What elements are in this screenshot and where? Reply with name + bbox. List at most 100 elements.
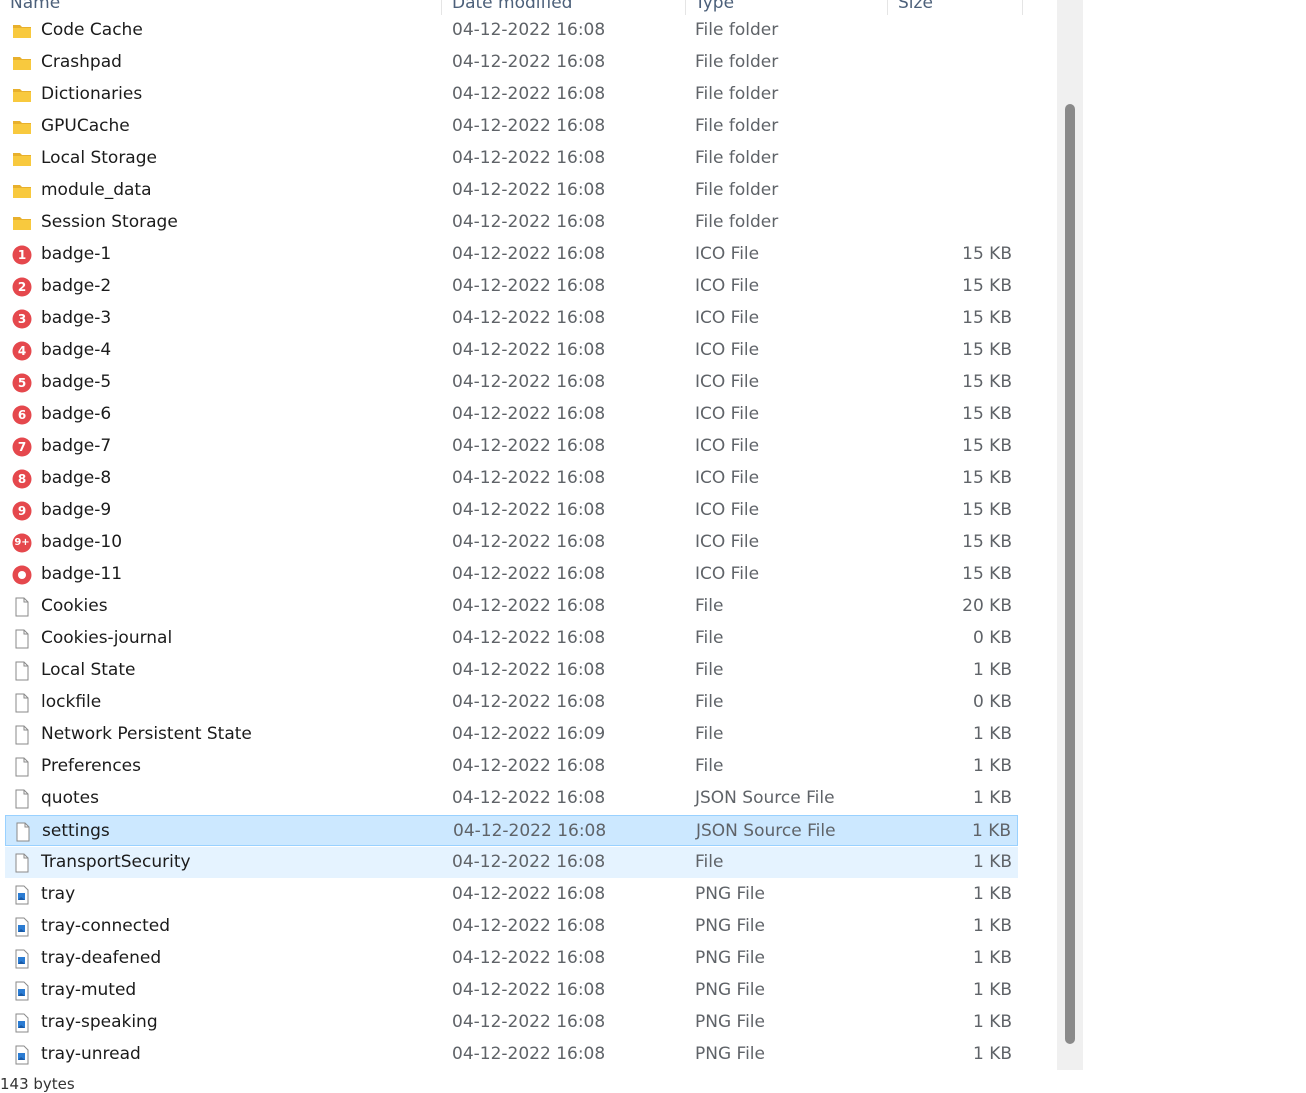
file-size: 15 KB [962,468,1012,488]
badge-icon: 9+ [12,533,32,553]
file-type: ICO File [695,340,760,360]
date-modified: 04-12-2022 16:08 [452,660,606,680]
file-row[interactable]: tray-unread 04-12-2022 16:08 PNG File 1 KB [5,1039,1018,1070]
file-row[interactable]: Cookies-journal 04-12-2022 16:08 File 0 KB [5,623,1018,654]
date-modified: 04-12-2022 16:09 [452,724,606,744]
image-file-icon [12,981,32,1001]
file-row[interactable]: Network Persistent State 04-12-2022 16:09… [5,719,1018,750]
file-row[interactable]: 1 badge-1 04-12-2022 16:08 ICO File 15 KB [5,239,1018,270]
file-name: Preferences [41,756,141,776]
file-icon [12,757,32,777]
file-icon [12,597,32,617]
file-type: File folder [695,52,779,72]
file-size: 15 KB [962,308,1012,328]
file-name: Crashpad [41,52,122,72]
badge-icon: 1 [12,245,32,265]
file-row[interactable]: 3 badge-3 04-12-2022 16:08 ICO File 15 KB [5,303,1018,334]
file-type: ICO File [695,532,760,552]
file-row[interactable]: 6 badge-6 04-12-2022 16:08 ICO File 15 KB [5,399,1018,430]
file-name: Network Persistent State [41,724,252,744]
file-name: badge-1 [41,244,112,264]
date-modified: 04-12-2022 16:08 [452,436,606,456]
file-row[interactable]: 9+ badge-10 04-12-2022 16:08 ICO File 15 KB [5,527,1018,558]
file-row[interactable]: badge-11 04-12-2022 16:08 ICO File 15 KB [5,559,1018,590]
date-modified: 04-12-2022 16:08 [452,148,606,168]
file-row[interactable]: settings 04-12-2022 16:08 JSON Source File… [5,815,1018,846]
date-modified: 04-12-2022 16:08 [452,276,606,296]
date-modified: 04-12-2022 16:08 [452,852,606,872]
file-row[interactable]: Dictionaries 04-12-2022 16:08 File folder [5,79,1018,110]
column-header-size[interactable]: Size [898,0,933,15]
file-row[interactable]: 7 badge-7 04-12-2022 16:08 ICO File 15 KB [5,431,1018,462]
file-row[interactable]: 8 badge-8 04-12-2022 16:08 ICO File 15 KB [5,463,1018,494]
file-row[interactable]: tray 04-12-2022 16:08 PNG File 1 KB [5,879,1018,910]
badge-icon: 3 [12,309,32,329]
column-divider[interactable] [685,0,686,15]
file-row[interactable]: module_data 04-12-2022 16:08 File folder [5,175,1018,206]
file-row[interactable]: Cookies 04-12-2022 16:08 File 20 KB [5,591,1018,622]
column-divider[interactable] [1022,0,1023,15]
date-modified: 04-12-2022 16:08 [452,20,606,40]
file-type: File [695,628,724,648]
file-row[interactable]: tray-deafened 04-12-2022 16:08 PNG File 1 K… [5,943,1018,974]
file-row[interactable]: 2 badge-2 04-12-2022 16:08 ICO File 15 KB [5,271,1018,302]
column-header-date[interactable]: Date modified [452,0,572,15]
file-row[interactable]: TransportSecurity 04-12-2022 16:08 File 1 K… [5,847,1018,878]
file-row[interactable]: tray-connected 04-12-2022 16:08 PNG File 1 … [5,911,1018,942]
file-row[interactable]: tray-speaking 04-12-2022 16:08 PNG File 1 K… [5,1007,1018,1038]
date-modified: 04-12-2022 16:08 [452,692,606,712]
folder-icon [12,213,32,233]
scrollbar-thumb[interactable] [1065,104,1075,1044]
file-row[interactable]: 4 badge-4 04-12-2022 16:08 ICO File 15 KB [5,335,1018,366]
file-name: Local Storage [41,148,157,168]
file-row[interactable]: Session Storage 04-12-2022 16:08 File fold… [5,207,1018,238]
file-type: ICO File [695,276,760,296]
file-name: settings [42,821,110,841]
badge-number: 9 [17,504,27,518]
date-modified: 04-12-2022 16:08 [452,532,606,552]
badge-icon: 2 [12,277,32,297]
file-name: Local State [41,660,136,680]
file-icon [12,853,32,873]
file-row[interactable]: tray-muted 04-12-2022 16:08 PNG File 1 KB [5,975,1018,1006]
column-header-name[interactable]: Name [10,0,60,15]
file-size: 15 KB [962,276,1012,296]
file-row[interactable]: Local Storage 04-12-2022 16:08 File folder [5,143,1018,174]
file-type: JSON Source File [695,788,835,808]
file-icon [12,725,32,745]
file-name: module_data [41,180,152,200]
file-size: 1 KB [971,821,1011,841]
column-divider[interactable] [887,0,888,15]
file-size: 0 KB [972,692,1012,712]
file-row[interactable]: Local State 04-12-2022 16:08 File 1 KB [5,655,1018,686]
file-row[interactable]: Crashpad 04-12-2022 16:08 File folder [5,47,1018,78]
file-row[interactable]: 5 badge-5 04-12-2022 16:08 ICO File 15 KB [5,367,1018,398]
file-size: 15 KB [962,436,1012,456]
file-row[interactable]: GPUCache 04-12-2022 16:08 File folder [5,111,1018,142]
file-type: ICO File [695,404,760,424]
file-name: badge-6 [41,404,112,424]
file-size: 15 KB [962,340,1012,360]
file-type: File folder [695,116,779,136]
badge-number: 5 [17,376,27,390]
date-modified: 04-12-2022 16:08 [452,884,606,904]
file-type: PNG File [695,1012,765,1032]
date-modified: 04-12-2022 16:08 [452,468,606,488]
date-modified: 04-12-2022 16:08 [452,84,606,104]
file-type: ICO File [695,436,760,456]
file-row[interactable]: 9 badge-9 04-12-2022 16:08 ICO File 15 KB [5,495,1018,526]
file-name: badge-7 [41,436,112,456]
file-row[interactable]: Code Cache 04-12-2022 16:08 File folder [5,15,1018,46]
image-file-icon [12,1013,32,1033]
badge-icon: 5 [12,373,32,393]
file-size: 15 KB [962,404,1012,424]
file-size: 15 KB [962,532,1012,552]
file-icon [13,822,33,842]
file-size: 1 KB [972,788,1012,808]
date-modified: 04-12-2022 16:08 [452,980,606,1000]
file-row[interactable]: lockfile 04-12-2022 16:08 File 0 KB [5,687,1018,718]
column-divider[interactable] [441,0,442,15]
file-row[interactable]: quotes 04-12-2022 16:08 JSON Source File 1 … [5,783,1018,814]
column-header-type[interactable]: Type [695,0,734,15]
file-row[interactable]: Preferences 04-12-2022 16:08 File 1 KB [5,751,1018,782]
